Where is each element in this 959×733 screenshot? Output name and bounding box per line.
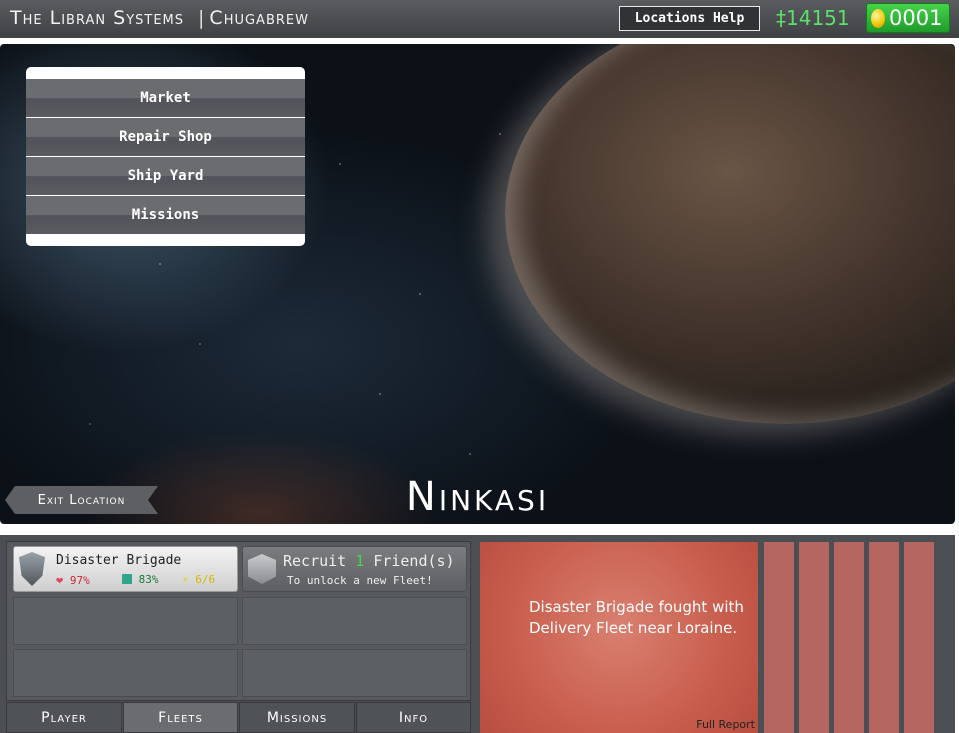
news-slot[interactable] [799,542,829,733]
menu-item-ship-yard[interactable]: Ship Yard [26,157,305,195]
empty-fleet-slot [13,649,238,697]
fleet-energy: ⚡ 6/6 [182,573,215,586]
tab-missions[interactable]: Missions [239,702,355,733]
bolt-icon: ⚡ [182,573,189,586]
news-slot[interactable] [764,542,794,733]
location-name: Chugabrew [209,7,309,29]
system-name: The Libran Systems [10,7,185,29]
top-bar: The Libran Systems | Chugabrew Locations H… [0,0,959,38]
menu-item-repair-shop[interactable]: Repair Shop [26,118,305,156]
menu-item-missions[interactable]: Missions [26,196,305,234]
empty-fleet-slot [242,649,467,697]
cube-icon [122,574,132,584]
menu-item-market[interactable]: Market [26,79,305,117]
recruit-friends-card[interactable]: Recruit 1 Friend(s) To unlock a new Flee… [242,546,467,592]
fleet-health-value: 97% [69,574,90,587]
tab-player[interactable]: Player [6,702,122,733]
empty-fleet-slot [13,597,238,645]
coin-icon [871,8,885,28]
recruit-subtitle: To unlock a new Fleet! [287,574,433,587]
heart-icon: ❤ [56,573,64,587]
full-report-link[interactable]: Full Report [696,718,755,731]
title-separator: | [198,7,206,29]
recruit-count: 1 [355,552,365,570]
recruit-title: Recruit 1 Friend(s) [283,552,455,570]
header-title: The Libran Systems | Chugabrew [10,7,309,29]
fleet-card[interactable]: Disaster Brigade ❤ 97% 83% ⚡ 6/6 [13,546,238,592]
tab-info[interactable]: Info [356,702,471,733]
planet-name: Ninkasi [405,474,550,520]
recruit-suffix: Friend(s) [373,552,455,570]
news-slot[interactable] [869,542,899,733]
fleet-health: ❤ 97% [56,573,90,587]
fleet-name: Disaster Brigade [56,553,182,568]
gold-button[interactable]: 0001 [866,3,950,33]
location-scene: Market Repair Shop Ship Yard Missions Ex… [0,44,955,524]
news-message: Disaster Brigade fought with Delivery Fl… [529,598,744,637]
location-menu: Market Repair Shop Ship Yard Missions [26,67,305,246]
news-slot[interactable] [834,542,864,733]
news-slot[interactable] [904,542,934,733]
fleet-energy-value: 6/6 [195,573,216,586]
bottom-panel: Disaster Brigade ❤ 97% 83% ⚡ 6/6 Recruit… [0,535,955,733]
fleets-panel: Disaster Brigade ❤ 97% 83% ⚡ 6/6 Recruit… [6,541,471,701]
fleet-cargo: 83% [122,573,159,586]
empty-fleet-slot [242,597,467,645]
gold-amount: 0001 [889,6,943,30]
locations-help-button[interactable]: Locations Help [619,6,760,31]
fleet-cargo-value: 83% [138,573,159,586]
recruit-prefix: Recruit [283,552,347,570]
shield-icon [19,552,45,586]
recruit-icon [248,554,276,584]
credits-display: ‡14151 [776,6,850,30]
news-panel: Disaster Brigade fought with Delivery Fl… [480,542,758,733]
bottom-tabs: Player Fleets Missions Info [6,702,471,733]
tab-fleets[interactable]: Fleets [123,702,238,733]
